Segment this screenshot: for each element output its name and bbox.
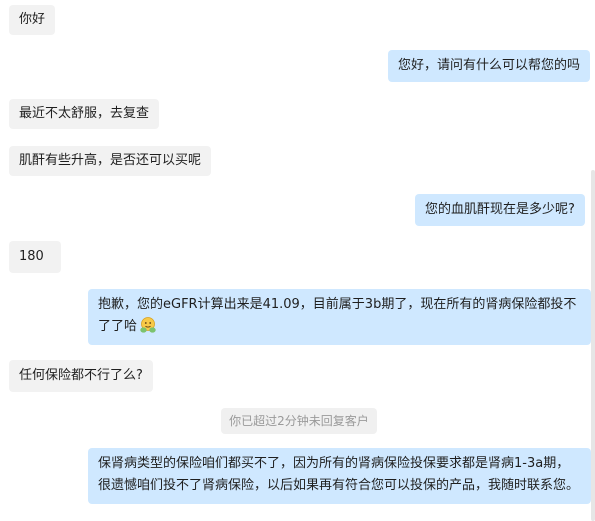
message-text: 您好，请问有什么可以帮您的吗 <box>398 58 581 73</box>
outgoing-message: 抱歉，您的eGFR计算出来是41.09，目前属于3b期了，现在所有的肾病保险都投… <box>88 289 591 345</box>
incoming-message: 肌酐有些升高，是否还可以买呢 <box>9 146 212 176</box>
message-text: 最近不太舒服，去复查 <box>19 106 150 121</box>
message-text: 180 <box>19 249 44 264</box>
message-text: 您的血肌酐现在是多少呢? <box>425 202 575 217</box>
outgoing-message: 您的血肌酐现在是多少呢? <box>415 194 585 226</box>
message-text-line: 保肾病类型的保险咱们都买不了，因为所有的肾病保险投保要求都是肾病1-3a期， <box>98 456 570 471</box>
scrollbar[interactable] <box>591 0 595 521</box>
message-text: 了了哈 <box>98 319 138 334</box>
message-text: 肌酐有些升高，是否还可以买呢 <box>19 153 202 168</box>
outgoing-message: 保肾病类型的保险咱们都买不了，因为所有的肾病保险投保要求都是肾病1-3a期， 很… <box>88 448 591 504</box>
message-text: 你好 <box>19 12 46 27</box>
incoming-message: 任何保险都不行了么? <box>9 360 153 392</box>
message-text-line-2: 很遗憾咱们投不了肾病保险，以后如果再有符合您可以投保的产品，我随时联系您。 <box>98 478 580 493</box>
scrollbar-thumb[interactable] <box>591 170 595 521</box>
message-text: 任何保险都不行了么? <box>19 368 143 383</box>
incoming-message: 最近不太舒服，去复查 <box>9 99 160 129</box>
face-with-hands-emoji <box>139 316 157 342</box>
outgoing-message: 您好，请问有什么可以帮您的吗 <box>388 50 591 82</box>
incoming-message: 180 <box>9 241 61 273</box>
incoming-message: 你好 <box>9 5 56 35</box>
message-text-line-2: 了了哈 <box>98 316 581 342</box>
chat-window: 你好 您好，请问有什么可以帮您的吗 最近不太舒服，去复查 肌酐有些升高，是否还可… <box>0 0 595 521</box>
system-notice: 你已超过2分钟未回复客户 <box>221 408 377 434</box>
message-text-line: 抱歉，您的eGFR计算出来是41.09，目前属于3b期了，现在所有的肾病保险都投… <box>98 297 577 312</box>
